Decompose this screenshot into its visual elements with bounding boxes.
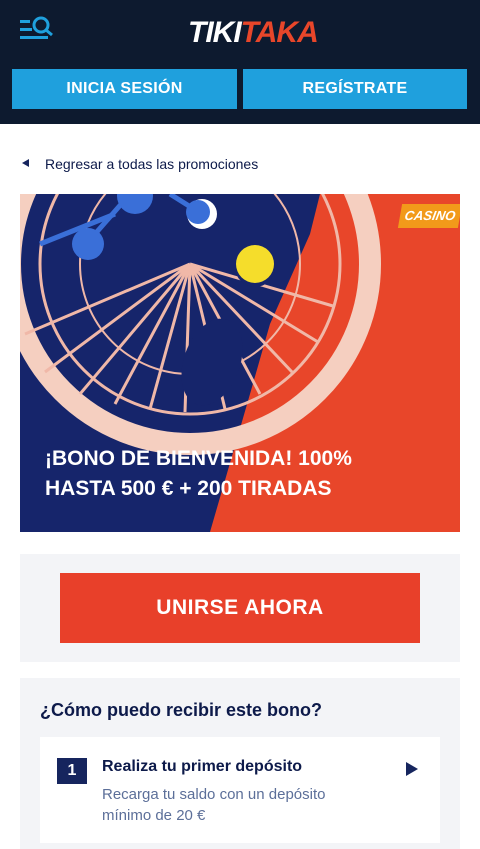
logo-part-tiki: TIKI — [188, 16, 242, 49]
register-button[interactable]: REGÍSTRATE — [243, 69, 467, 109]
casino-badge: CASINO — [397, 204, 460, 228]
tikitaka-logo[interactable]: TIKITAKA — [188, 16, 319, 50]
how-to-get-bonus-card: ¿Cómo puedo recibir este bono? 1 Realiza… — [20, 678, 460, 849]
menu-search-icon[interactable] — [18, 14, 58, 46]
join-card: UNIRSE AHORA — [20, 554, 460, 662]
step-title: Realiza tu primer depósito — [102, 758, 303, 775]
logo-part-taka: TAKA — [240, 16, 319, 49]
play-arrow-icon[interactable] — [406, 762, 418, 776]
triangle-left-icon — [22, 159, 29, 167]
how-title: ¿Cómo puedo recibir este bono? — [40, 700, 323, 720]
promo-banner: CASINO ¡BONO DE BIENVENIDA! 100% HASTA 5… — [20, 194, 460, 532]
step-description: Recarga tu saldo con un depósito mínimo … — [102, 786, 326, 824]
back-link-label: Regresar a todas las promociones — [45, 156, 259, 172]
banner-title: ¡BONO DE BIENVENIDA! 100% HASTA 500 € + … — [45, 447, 352, 500]
step-number: 1 — [57, 758, 87, 784]
back-to-promotions-link[interactable]: Regresar a todas las promociones — [20, 154, 258, 174]
top-header: TIKITAKA INICIA SESIÓN REGÍSTRATE — [0, 0, 480, 124]
step-item[interactable]: 1 Realiza tu primer depósito Recarga tu … — [40, 737, 440, 843]
join-now-button[interactable]: UNIRSE AHORA — [60, 573, 420, 643]
login-button[interactable]: INICIA SESIÓN — [12, 69, 237, 109]
